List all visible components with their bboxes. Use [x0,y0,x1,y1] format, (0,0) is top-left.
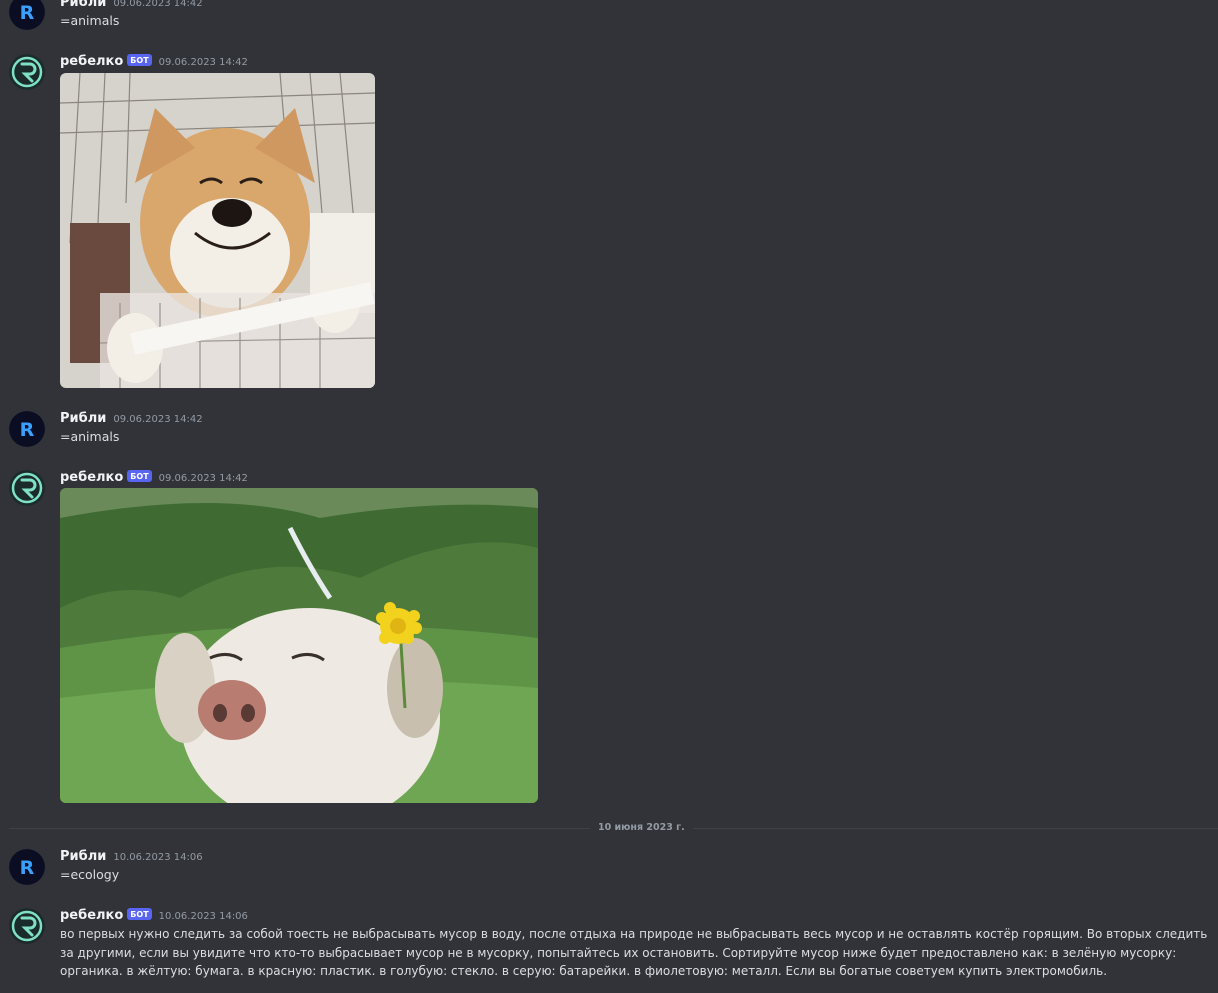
author-name[interactable]: Рибли [60,411,106,426]
author-name[interactable]: Рибли [60,849,106,864]
svg-text:R: R [20,857,35,879]
rebelko-avatar-icon [9,470,45,506]
bot-badge: БОТ [127,470,152,482]
ribli-avatar-icon: R [9,0,45,30]
svg-text:R: R [20,2,35,24]
timestamp: 10.06.2023 14:06 [113,852,203,863]
user-avatar-rebelko[interactable] [9,470,45,506]
shiba-dog-image[interactable] [60,73,375,388]
date-divider-label: 10 июня 2023 г. [590,821,693,835]
user-avatar-rebelko[interactable] [9,54,45,90]
rebelko-avatar-icon [9,54,45,90]
user-avatar-ribli[interactable]: R [9,849,45,885]
author-name[interactable]: ребелко [60,470,123,485]
message-text: =animals [60,429,120,444]
message-text: во первых нужно следить за собой тоесть … [60,927,1208,978]
user-avatar-ribli[interactable]: R [9,0,45,30]
author-name[interactable]: ребелко [60,54,123,69]
user-avatar-ribli[interactable]: R [9,411,45,447]
ribli-avatar-icon: R [9,411,45,447]
timestamp: 09.06.2023 14:42 [158,57,248,68]
bot-badge: БОТ [127,908,152,920]
timestamp: 09.06.2023 14:42 [158,473,248,484]
ribli-avatar-icon: R [9,849,45,885]
bot-badge: БОТ [127,54,152,66]
svg-text:R: R [20,419,35,441]
timestamp: 09.06.2023 14:42 [113,0,203,9]
timestamp: 09.06.2023 14:42 [113,414,203,425]
author-name[interactable]: ребелко [60,908,123,923]
message-text: =animals [60,13,120,28]
message-text: =ecology [60,867,120,882]
user-avatar-rebelko[interactable] [9,908,45,944]
rebelko-avatar-icon [9,908,45,944]
author-name[interactable]: Рибли [60,0,106,10]
timestamp: 10.06.2023 14:06 [158,911,248,922]
white-dog-image[interactable] [60,488,538,803]
